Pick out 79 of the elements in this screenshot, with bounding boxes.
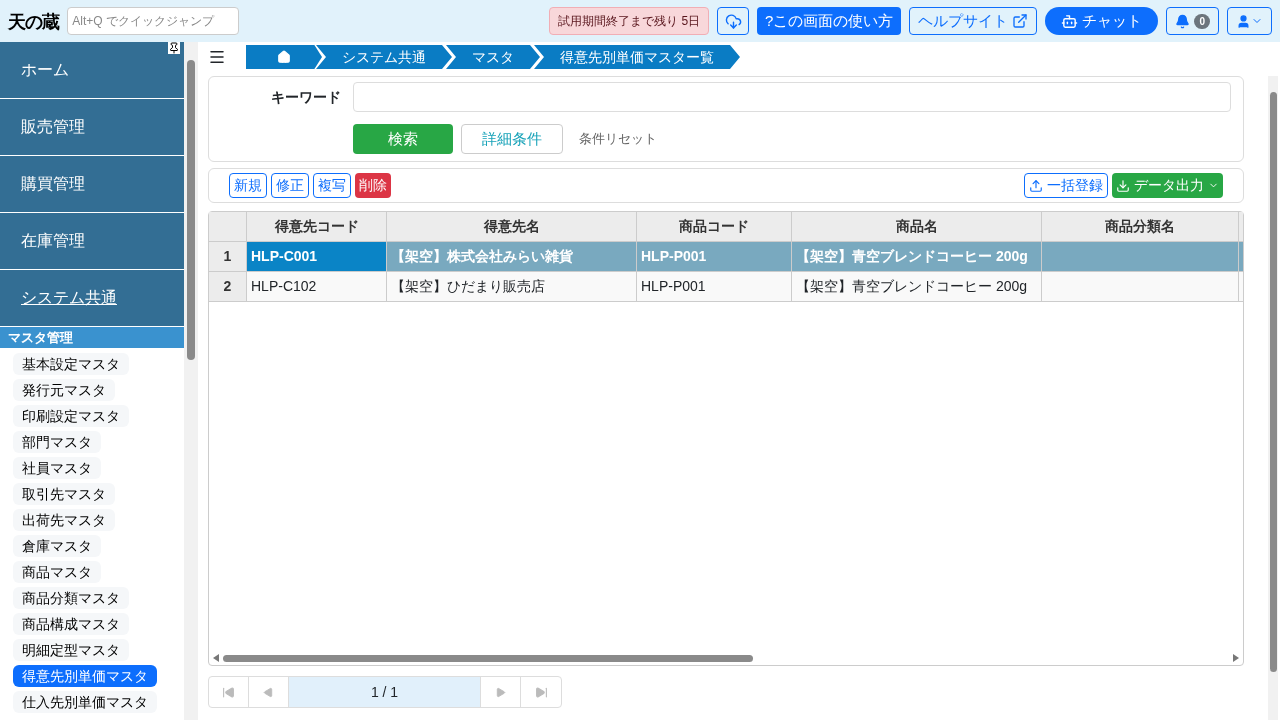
row-number: 2 [209,272,247,301]
toolbar-button[interactable]: 修正 [271,173,309,198]
column-header[interactable]: 商品分類名 [1042,212,1239,241]
last-page-icon [534,685,548,699]
table-row[interactable]: 1 HLP-C001 【架空】株式会社みらい雑貨 HLP-P001 【架空】青空ブレンドコーヒー 200g [209,242,1243,272]
nav-item[interactable]: 販売管理 [0,99,184,155]
table-cell: 【架空】青空ブレンドコーヒー 200g [792,272,1042,301]
column-header[interactable]: 商品名 [792,212,1042,241]
table-cell: HLP-P001 [637,272,792,301]
table-cell: 【架空】ひだまり販売店 [387,272,637,301]
reset-link[interactable]: 条件リセット [579,129,657,149]
toolbar-button[interactable]: 複写 [313,173,351,198]
page-indicator: 1 / 1 [289,677,481,707]
nav-item[interactable]: 購買管理 [0,156,184,212]
pin-icon[interactable] [168,42,180,54]
sub-nav-item[interactable]: 発行元マスタ [13,379,115,401]
notification-button[interactable]: 0 [1166,7,1219,35]
section-header: マスタ管理 [0,327,184,348]
sub-nav-item[interactable]: 仕入先別単価マスタ [13,691,157,713]
chat-button[interactable]: チャット [1045,7,1159,35]
sub-nav-item[interactable]: 社員マスタ [13,457,101,479]
nav-item[interactable]: システム共通 [0,270,184,326]
sub-nav-item[interactable]: 印刷設定マスタ [13,405,129,427]
trial-badge: 試用期間終了まで残り 5日 [549,7,710,35]
download-button[interactable] [717,7,750,35]
table-row[interactable]: 2 HLP-C102 【架空】ひだまり販売店 HLP-P001 【架空】青空ブレンドコーヒー 200g [209,272,1243,302]
row-number: 1 [209,242,247,271]
bulk-register-button[interactable]: 一括登録 [1024,173,1108,198]
column-header[interactable]: 商品コード [637,212,792,241]
sub-nav-item[interactable]: 明細定型マスタ [13,639,129,661]
nav-item[interactable]: ホーム [0,42,184,98]
sub-nav-item[interactable]: 基本設定マスタ [13,353,129,375]
column-header[interactable]: 得意先コード [247,212,387,241]
sub-nav-item[interactable]: 部門マスタ [13,431,101,453]
nav-item[interactable]: 在庫管理 [0,213,184,269]
sub-nav-item[interactable]: 倉庫マスタ [13,535,101,557]
help-button[interactable]: ?この画面の使い方 [757,7,902,35]
sub-nav-item[interactable]: 出荷先マスタ [13,509,115,531]
table-cell: HLP-C102 [247,272,387,301]
keyword-field[interactable] [353,82,1231,112]
help-site-button[interactable]: ヘルプサイト [909,7,1038,35]
keyword-label: キーワード [270,87,342,107]
breadcrumb-home[interactable] [246,45,322,69]
sidebar-scrollbar[interactable] [184,42,198,720]
sub-nav-item[interactable]: 商品分類マスタ [13,587,129,609]
upload-icon [1029,178,1043,193]
sub-nav-item[interactable]: 商品構成マスタ [13,613,129,635]
menu-icon[interactable] [208,48,226,66]
scroll-left-icon[interactable] [213,654,219,662]
previous-icon [263,686,274,698]
sub-nav-item[interactable]: 商品マスタ [13,561,101,583]
external-link-icon [1012,13,1029,29]
sub-nav-item[interactable]: 取引先マスタ [13,483,115,505]
column-header[interactable]: 得意先名 [387,212,637,241]
notification-count: 0 [1194,13,1210,29]
bell-icon [1175,13,1191,29]
sub-nav-item[interactable]: 得意先別単価マスタ [13,665,157,687]
robot-icon [1061,12,1079,30]
toolbar-button[interactable]: 新規 [229,173,267,198]
user-menu-button[interactable] [1227,7,1272,35]
first-page-icon [222,685,235,699]
table-cell: HLP-P001 [637,242,792,271]
page-scrollbar[interactable] [1268,76,1278,720]
download-icon [1116,178,1130,193]
table-cell: HLP-C001 [247,242,387,271]
user-icon [1236,13,1251,29]
home-icon [277,50,291,64]
table-cell: 【架空】青空ブレンドコーヒー 200g [792,242,1042,271]
breadcrumb-item[interactable]: マスタ [446,45,540,69]
next-icon [495,686,506,698]
table-cell: 【架空】株式会社みらい雑貨 [387,242,637,271]
cloud-download-icon [724,12,742,30]
detail-button[interactable]: 詳細条件 [461,124,563,154]
breadcrumb-item[interactable]: システム共通 [316,45,452,69]
scroll-right-icon[interactable] [1233,654,1239,662]
toolbar-button[interactable]: 削除 [355,173,391,198]
breadcrumb-item[interactable]: 得意先別単価マスター覧 [534,45,740,69]
logo[interactable]: 天の蔵 [8,7,60,35]
quick-jump-field[interactable]: Alt+Q でクイックジャンプ [67,7,240,35]
